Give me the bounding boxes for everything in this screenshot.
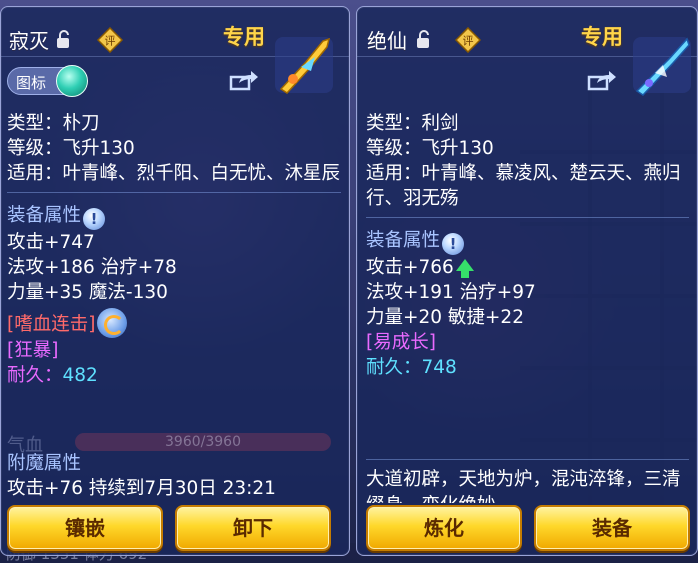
- icon-toggle-label: 图标: [16, 74, 47, 92]
- lock-icon[interactable]: [56, 29, 72, 49]
- item-level: 等级：飞升130: [7, 138, 135, 159]
- enchant-line: 攻击+76 持续到7月30日 23:21: [7, 478, 276, 499]
- icon-toggle[interactable]: 图标: [7, 65, 88, 97]
- stat-attack-row: 攻击+766: [366, 255, 689, 280]
- inlay-button[interactable]: 镶嵌: [7, 505, 163, 551]
- share-icon[interactable]: [587, 69, 617, 91]
- enchant-section: 附魔属性 攻击+76 持续到7月30日 23:21: [7, 451, 341, 501]
- stat-attack: 攻击+766: [366, 257, 454, 278]
- item-applicable: 适用：叶青峰、烈千阳、白无忧、沐星辰: [7, 163, 341, 184]
- exclusive-label: 专用: [581, 25, 623, 49]
- durability-row: 耐久：482: [7, 363, 341, 388]
- enchant-title: 附魔属性: [7, 453, 82, 474]
- lock-icon[interactable]: [416, 29, 432, 49]
- background-hp-bar: 3960/3960: [75, 433, 331, 451]
- special-trait: [易成长]: [366, 332, 436, 353]
- section-divider: [7, 192, 341, 193]
- attribute-title: 装备属性: [366, 230, 441, 251]
- stat-magic-heal: 法攻+186 治疗+78: [7, 257, 177, 278]
- share-icon[interactable]: [229, 69, 259, 91]
- item-type: 类型：利剑: [366, 113, 459, 134]
- description-divider: [366, 459, 689, 460]
- durability-value: 748: [421, 357, 457, 378]
- special-trait: [狂暴]: [7, 340, 59, 361]
- refresh-icon[interactable]: [97, 308, 128, 338]
- section-divider: [366, 217, 689, 218]
- item-description: 大道初辟，天地为炉，混沌淬锋，三清缀身，变化绝妙: [366, 469, 681, 503]
- durability-value: 482: [62, 365, 98, 386]
- item-applicable: 适用：叶青峰、慕凌风、楚云天、燕归行、羽无殇: [366, 163, 681, 209]
- special-skill-row: [嗜血连击]: [7, 308, 341, 338]
- eval-badge-text: 评: [105, 35, 116, 48]
- durability-label: 耐久：: [366, 357, 422, 378]
- durability-label: 耐久：: [7, 365, 63, 386]
- equipped-item-panel: 寂灭 评 专用 图标 类型：朴刀 等级：飞升130 适用：叶青峰、烈千阳、白无忧…: [0, 6, 350, 556]
- special-skill: [嗜血连击]: [7, 314, 96, 335]
- info-icon[interactable]: !: [442, 233, 465, 255]
- item-details: 类型：朴刀 等级：飞升130 适用：叶青峰、烈千阳、白无忧、沐星辰 装备属性! …: [7, 111, 341, 388]
- equip-button[interactable]: 装备: [534, 505, 690, 551]
- refine-button[interactable]: 炼化: [366, 505, 522, 551]
- info-icon[interactable]: !: [83, 208, 106, 230]
- stat-str-magic: 力量+35 魔法-130: [7, 282, 168, 303]
- weapon-icon[interactable]: [271, 33, 337, 97]
- weapon-icon[interactable]: [629, 33, 695, 97]
- eval-icon[interactable]: 评: [97, 27, 123, 53]
- compare-item-panel: 绝仙 评 专用 类型：利剑 等级：飞升130 适用：叶青峰、慕凌风、楚云天、燕归…: [356, 6, 698, 556]
- attribute-title: 装备属性: [7, 205, 82, 226]
- toggle-knob-icon: [56, 65, 88, 97]
- up-arrow-icon: [455, 259, 474, 278]
- unequip-button[interactable]: 卸下: [175, 505, 331, 551]
- stat-str-agi: 力量+20 敏捷+22: [366, 307, 524, 328]
- eval-badge-text: 评: [463, 35, 474, 48]
- item-type: 类型：朴刀: [7, 113, 100, 134]
- attribute-section-title: 装备属性!: [7, 203, 341, 230]
- stat-attack: 攻击+747: [7, 232, 95, 253]
- stat-magic-heal: 法攻+191 治疗+97: [366, 282, 536, 303]
- item-level: 等级：飞升130: [366, 138, 494, 159]
- item-name: 绝仙: [367, 29, 407, 53]
- durability-row: 耐久：748: [366, 355, 689, 380]
- exclusive-label: 专用: [223, 25, 265, 49]
- item-details: 类型：利剑 等级：飞升130 适用：叶青峰、慕凌风、楚云天、燕归行、羽无殇 装备…: [366, 111, 689, 380]
- attribute-section-title: 装备属性!: [366, 228, 689, 255]
- item-name: 寂灭: [9, 29, 49, 53]
- eval-icon[interactable]: 评: [455, 27, 481, 53]
